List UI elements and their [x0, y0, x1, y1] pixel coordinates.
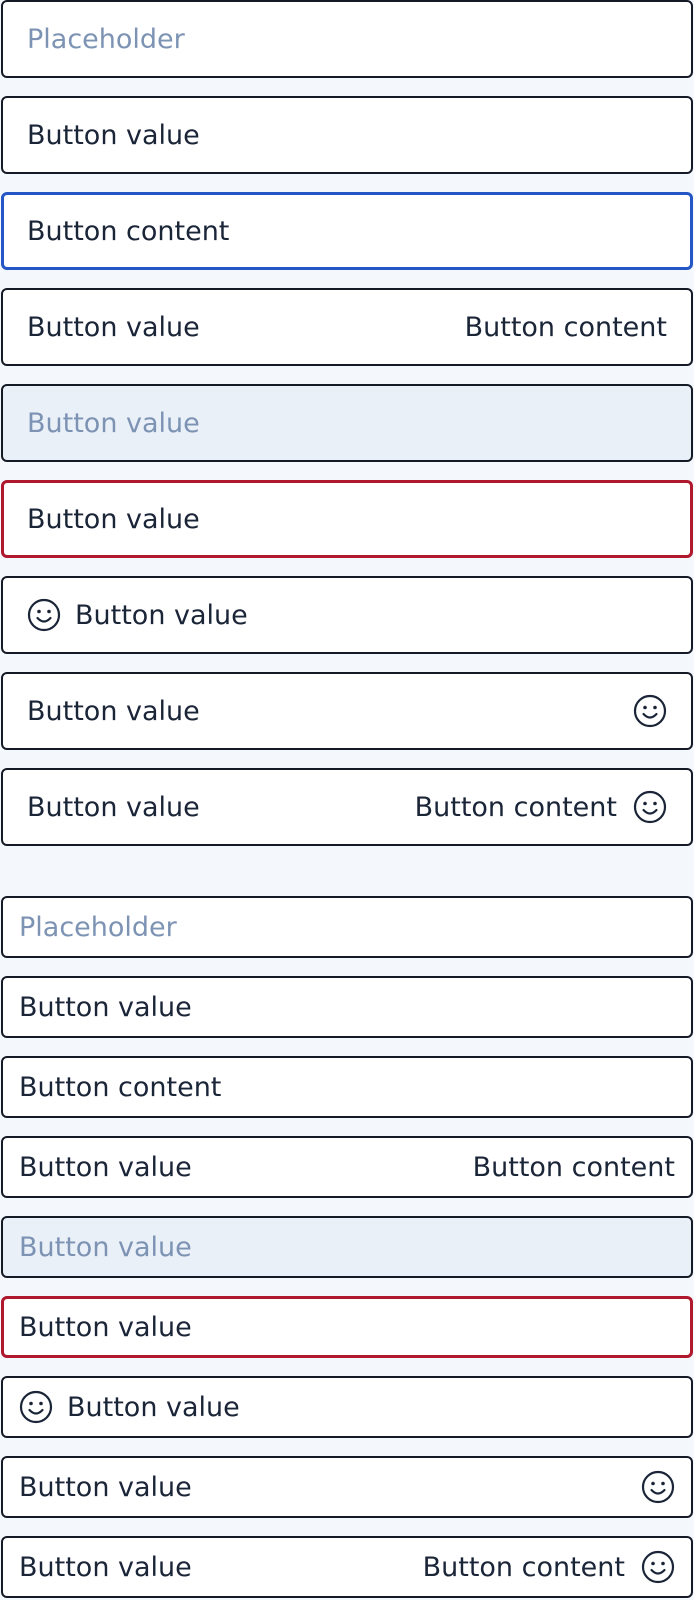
- placeholder-text: Placeholder: [19, 911, 177, 943]
- button-value: Button value: [27, 791, 200, 823]
- placeholder-text: Placeholder: [27, 23, 185, 55]
- small-default-button[interactable]: Button value: [1, 976, 693, 1038]
- large-default-button[interactable]: Button value: [1, 96, 693, 174]
- small-content-button[interactable]: Button value Button content: [1, 1136, 693, 1198]
- button-value: Button value: [19, 1231, 192, 1263]
- button-value: Button value: [19, 991, 192, 1023]
- button-value: Button value: [19, 1311, 192, 1343]
- button-value: Button value: [27, 503, 200, 535]
- small-trailing-icon-button[interactable]: Button value: [1, 1456, 693, 1518]
- large-focused-button[interactable]: Button content: [1, 192, 693, 270]
- button-value: Button value: [27, 311, 200, 343]
- small-error-button[interactable]: Button value: [1, 1296, 693, 1358]
- button-content: Button content: [422, 1551, 625, 1583]
- smiley-icon: [633, 694, 667, 728]
- button-value: Button value: [19, 1551, 192, 1583]
- button-content: Button content: [414, 791, 617, 823]
- button-value: Button content: [19, 1071, 222, 1103]
- button-value: Button value: [27, 119, 200, 151]
- button-value: Button value: [75, 599, 248, 631]
- smiley-icon: [641, 1470, 675, 1504]
- large-content-trailing-icon-button[interactable]: Button value Button content: [1, 768, 693, 846]
- large-content-button[interactable]: Button value Button content: [1, 288, 693, 366]
- large-trailing-icon-button[interactable]: Button value: [1, 672, 693, 750]
- button-value: Button value: [27, 407, 200, 439]
- button-value: Button content: [27, 215, 230, 247]
- large-placeholder-button[interactable]: Placeholder: [1, 0, 693, 78]
- small-placeholder-button[interactable]: Placeholder: [1, 896, 693, 958]
- small-content-trailing-icon-button[interactable]: Button value Button content: [1, 1536, 693, 1598]
- button-content: Button content: [472, 1151, 675, 1183]
- small-disabled-button: Button value: [1, 1216, 693, 1278]
- button-value: Button value: [19, 1471, 192, 1503]
- small-plain-button[interactable]: Button content: [1, 1056, 693, 1118]
- small-leading-icon-button[interactable]: Button value: [1, 1376, 693, 1438]
- smiley-icon: [27, 598, 61, 632]
- smiley-icon: [19, 1390, 53, 1424]
- smiley-icon: [641, 1550, 675, 1584]
- button-value: Button value: [19, 1151, 192, 1183]
- large-error-button[interactable]: Button value: [1, 480, 693, 558]
- large-leading-icon-button[interactable]: Button value: [1, 576, 693, 654]
- smiley-icon: [633, 790, 667, 824]
- button-value: Button value: [67, 1391, 240, 1423]
- button-value: Button value: [27, 695, 200, 727]
- large-disabled-button: Button value: [1, 384, 693, 462]
- button-content: Button content: [464, 311, 667, 343]
